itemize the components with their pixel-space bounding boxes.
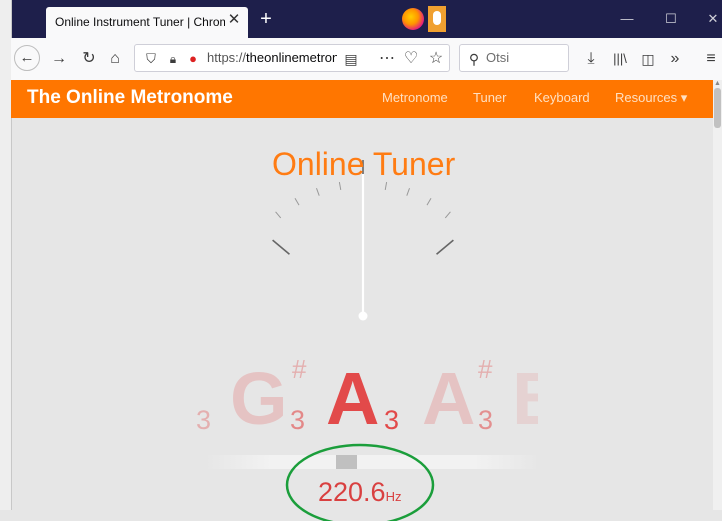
- new-tab-button[interactable]: +: [256, 7, 276, 31]
- overflow-icon[interactable]: »: [664, 47, 686, 71]
- microphone-icon[interactable]: ●: [182, 47, 204, 71]
- microphone-icon: [433, 11, 441, 25]
- gauge-tick: [316, 188, 320, 196]
- gauge-tick: [338, 181, 342, 191]
- home-icon[interactable]: ⌂: [104, 47, 126, 71]
- reader-view-icon[interactable]: ▤: [340, 47, 362, 71]
- download-icon[interactable]: ⤓: [580, 47, 602, 71]
- tab-close-icon[interactable]: ✕: [226, 10, 242, 30]
- url-domain: theonlinemetronome: [246, 50, 337, 65]
- back-arrow-icon[interactable]: ←: [14, 45, 40, 71]
- note-letter-a-sharp: A: [422, 357, 476, 440]
- annotation-ellipse: [285, 443, 435, 521]
- note-sharp: #: [478, 354, 493, 384]
- url-prefix: https://: [207, 50, 247, 65]
- lock-icon[interactable]: 🔒︎: [162, 47, 184, 71]
- pocket-icon[interactable]: ♡: [400, 47, 422, 71]
- tuner-title: Online Tuner: [272, 146, 456, 182]
- menu-item-metronome[interactable]: Metronome: [382, 90, 448, 105]
- scrollbar-thumb[interactable]: [714, 88, 721, 128]
- note-letter-a-current: A: [326, 357, 380, 440]
- firefox-icon[interactable]: [402, 8, 424, 30]
- gauge-tick: [384, 181, 388, 191]
- library-icon[interactable]: |||\: [609, 47, 631, 71]
- shield-icon[interactable]: ⛉: [140, 47, 162, 71]
- reload-icon[interactable]: ↻: [78, 47, 100, 71]
- note-letter-b: B: [512, 356, 538, 441]
- window-maximize-button[interactable]: ☐: [656, 9, 686, 29]
- search-icon: ⚲: [468, 51, 480, 67]
- gauge-tick: [444, 211, 451, 219]
- needle-pivot: [358, 311, 368, 321]
- hamburger-menu-icon[interactable]: ≡: [700, 47, 722, 71]
- gauge-tick: [294, 197, 300, 206]
- gauge-tick: [275, 211, 282, 219]
- bookmark-star-icon[interactable]: ☆: [425, 47, 447, 71]
- gauge-tick: [272, 239, 290, 255]
- note-sharp: #: [292, 354, 307, 384]
- tab-title: Online Instrument Tuner | Chromatic: [55, 15, 225, 29]
- url-text[interactable]: https://theonlinemetronome: [207, 50, 337, 65]
- gauge-tick: [406, 188, 410, 196]
- menu-item-tuner[interactable]: Tuner: [473, 90, 506, 105]
- search-input[interactable]: Otsi: [486, 50, 509, 65]
- note-letter-g: G: [230, 357, 288, 440]
- note-subscript: 3: [290, 405, 306, 435]
- window-close-button[interactable]: ✕: [698, 9, 722, 29]
- sidebar-icon[interactable]: ◫: [637, 47, 659, 71]
- gauge-tick: [436, 239, 454, 255]
- menu-item-keyboard[interactable]: Keyboard: [534, 90, 590, 105]
- scrollbar-track[interactable]: [713, 80, 722, 510]
- note-subscript: 3: [384, 405, 400, 435]
- note-subscript: 3: [478, 405, 494, 435]
- tuner-gauge: [272, 160, 454, 321]
- note-subscript: 3: [196, 405, 212, 435]
- scroll-up-icon[interactable]: ▲: [713, 80, 722, 88]
- site-brand[interactable]: The Online Metronome: [27, 87, 233, 109]
- window-minimize-button[interactable]: —: [612, 9, 642, 29]
- more-actions-icon[interactable]: ⋯: [376, 47, 398, 71]
- forward-arrow-icon[interactable]: →: [48, 47, 70, 71]
- gauge-tick: [426, 197, 432, 206]
- menu-item-resources[interactable]: Resources ▾: [615, 90, 687, 106]
